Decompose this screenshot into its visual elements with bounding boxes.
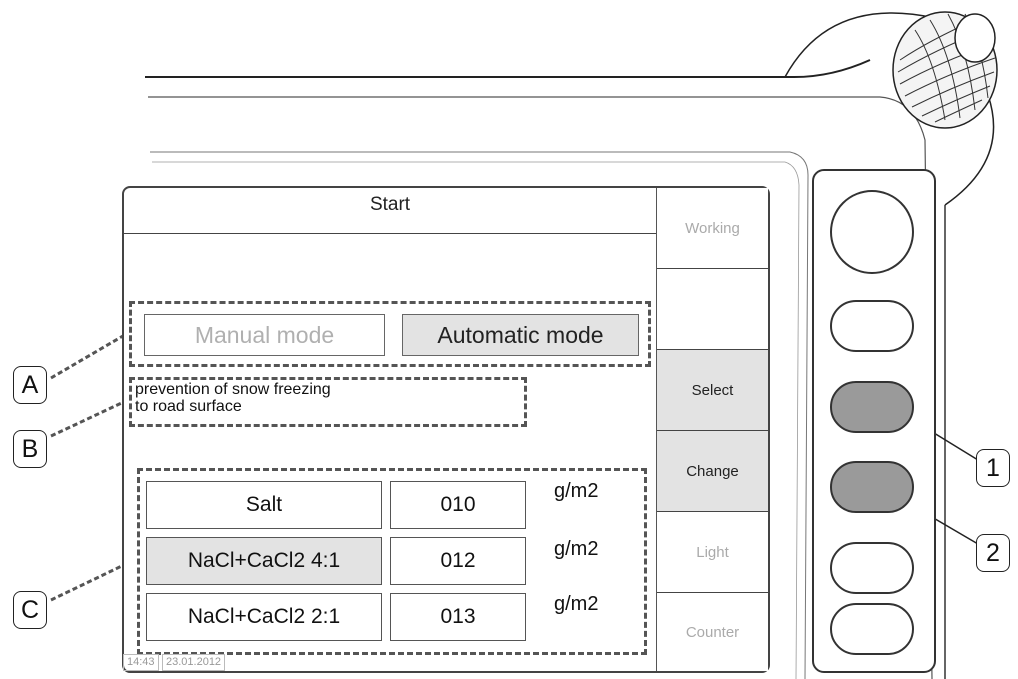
softkey-select[interactable]: Select [657,350,768,431]
callout-a: A [13,366,47,404]
material-name[interactable]: NaCl+CaCl2 4:1 [146,537,382,585]
hardware-round-button[interactable] [830,190,914,274]
description-line: to road surface [135,398,242,415]
hardware-change-button[interactable] [830,461,914,513]
page-title: Start [124,188,656,234]
softkey-light[interactable]: Light [657,512,768,593]
description-line: prevention of snow freezing [135,381,331,398]
callout-1: 1 [976,449,1010,487]
material-unit: g/m2 [554,538,599,560]
material-amount[interactable]: 012 [390,537,526,585]
hardware-button-2[interactable] [830,300,914,352]
softkey-working[interactable]: Working [657,188,768,269]
material-amount[interactable]: 010 [390,481,526,529]
callout-c: C [13,591,47,629]
softkey-empty[interactable] [657,269,768,350]
callout-2: 2 [976,534,1010,572]
display-screen: Start Working Select Change Light Counte… [122,186,770,673]
manual-mode-button[interactable]: Manual mode [144,314,385,356]
hardware-counter-button[interactable] [830,603,914,655]
description-text: prevention of snow freezing to road surf… [135,381,515,415]
status-date: 23.01.2012 [162,654,226,671]
material-name[interactable]: NaCl+CaCl2 2:1 [146,593,382,641]
callout-b: B [13,430,47,468]
rotary-knob-icon[interactable] [892,11,998,129]
automatic-mode-button[interactable]: Automatic mode [402,314,639,356]
softkey-counter[interactable]: Counter [657,593,768,671]
status-time: 14:43 [123,654,159,671]
material-amount[interactable]: 013 [390,593,526,641]
hardware-light-button[interactable] [830,542,914,594]
hardware-select-button[interactable] [830,381,914,433]
hardware-button-panel [812,169,936,673]
softkey-change[interactable]: Change [657,431,768,512]
material-unit: g/m2 [554,480,599,502]
material-unit: g/m2 [554,593,599,615]
material-name[interactable]: Salt [146,481,382,529]
